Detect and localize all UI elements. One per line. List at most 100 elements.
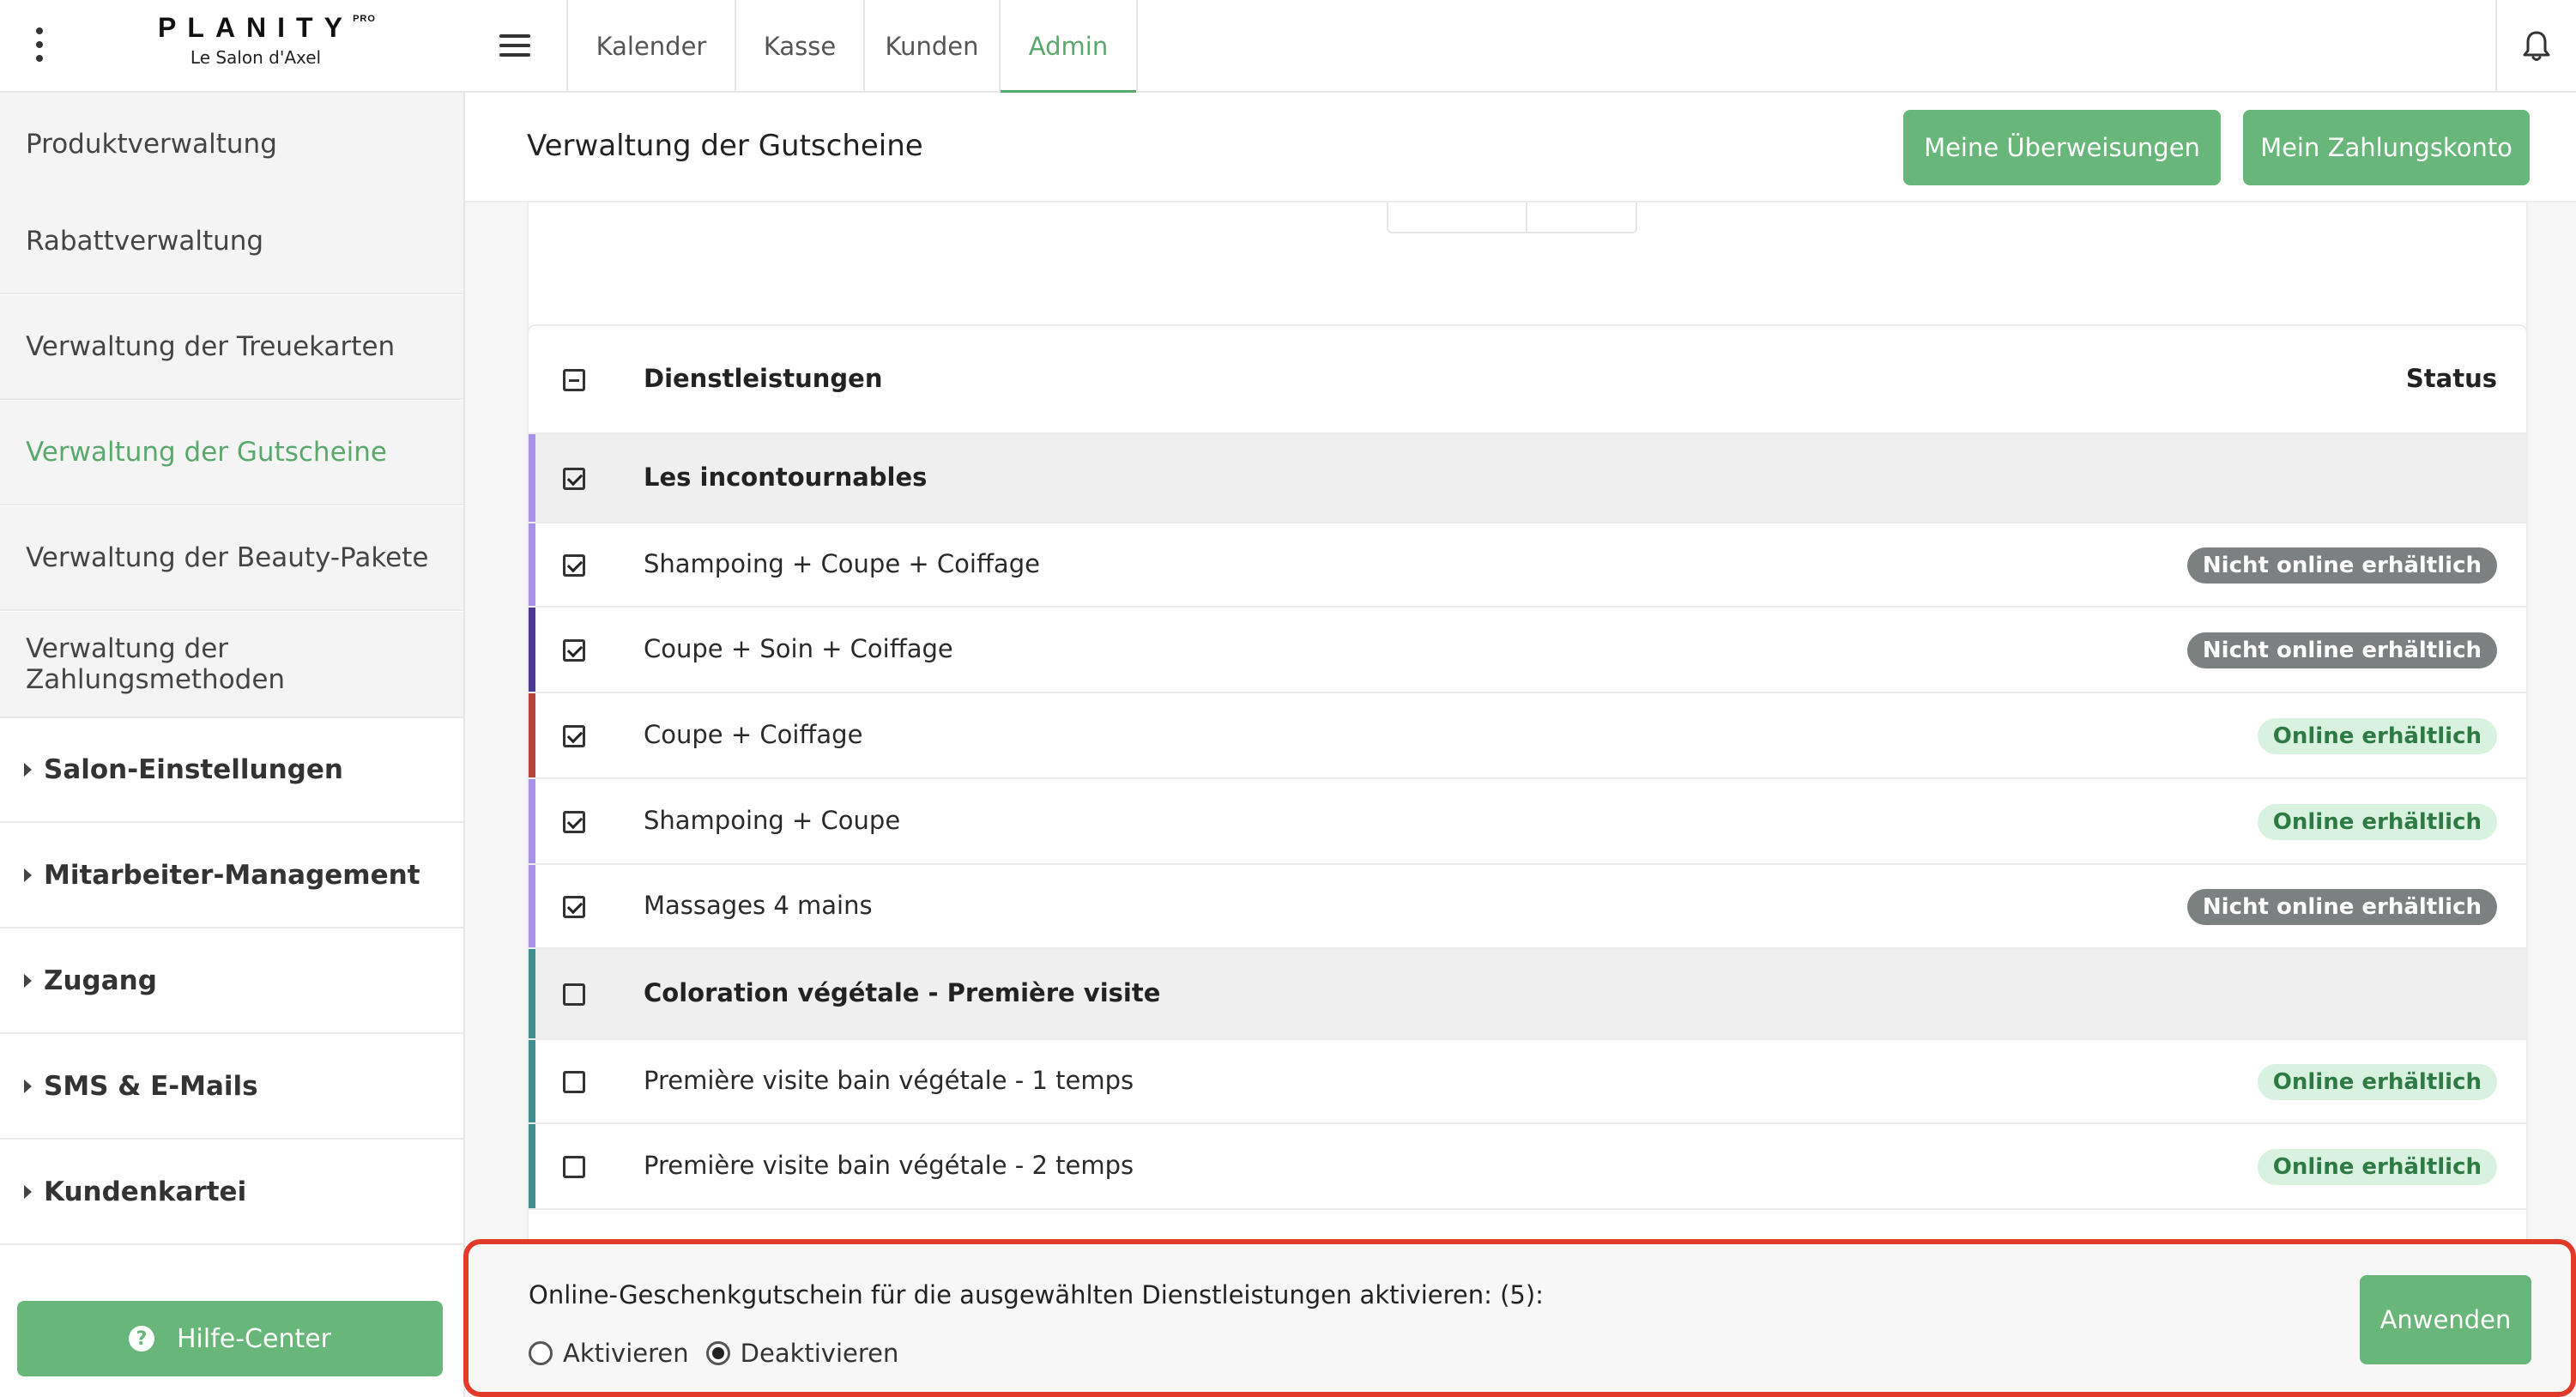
service-row[interactable]: Shampoing + Coupe + Coiffage Nicht online… xyxy=(529,523,2526,608)
button-label: Mein Zahlungskonto xyxy=(2260,133,2513,162)
sidebar-item-label: Verwaltung der Gutscheine xyxy=(26,437,387,468)
category-row[interactable]: Coloration végétale - Première visite xyxy=(529,949,2526,1040)
deactivate-radio[interactable] xyxy=(705,1341,730,1365)
service-row[interactable]: Première visite bain végétale - 1 temps O… xyxy=(529,1040,2526,1124)
services-table: Dienstleistungen Status Les incontournab… xyxy=(527,324,2528,1268)
service-row[interactable]: Massages 4 mains Nicht online erhältlich xyxy=(529,865,2526,949)
service-label: Shampoing + Coupe + Coiffage xyxy=(644,549,1040,578)
category-label: Coloration végétale - Première visite xyxy=(644,978,1161,1007)
category-color-bar xyxy=(529,949,535,1038)
category-color-bar xyxy=(529,434,535,522)
column-header-status: Status xyxy=(2405,364,2497,393)
sidebar-section-access[interactable]: Zugang xyxy=(0,929,463,1034)
sidebar-item-label: Rabattverwaltung xyxy=(26,226,264,257)
tab-label: Admin xyxy=(1028,32,1109,61)
button-label: Anwenden xyxy=(2379,1305,2512,1334)
page-title: Verwaltung der Gutscheine xyxy=(527,129,923,163)
caret-right-icon xyxy=(24,868,32,882)
service-row[interactable]: Première visite bain végétale - 2 temps O… xyxy=(529,1124,2526,1210)
status-badge: Nicht online erhältlich xyxy=(2186,547,2497,584)
service-row[interactable]: Coupe + Coiffage Online erhältlich xyxy=(529,693,2526,779)
page-header: Verwaltung der Gutscheine Meine Überweis… xyxy=(465,93,2576,203)
sidebar-section-customer-file[interactable]: Kundenkartei xyxy=(0,1140,463,1245)
bulk-action-description: Online-Geschenkgutschein für die ausgewä… xyxy=(529,1280,1544,1309)
service-label: Coupe + Coiffage xyxy=(644,720,863,749)
activate-label[interactable]: Aktivieren xyxy=(563,1339,689,1368)
question-circle-icon: ? xyxy=(128,1326,154,1352)
input-fragment xyxy=(1387,203,1637,233)
sidebar-item-beauty-packages[interactable]: Verwaltung der Beauty-Pakete xyxy=(0,506,463,611)
apply-button[interactable]: Anwenden xyxy=(2360,1275,2531,1364)
main-content: Verwaltung der Gutscheine Meine Überweis… xyxy=(465,93,2576,1397)
column-header-services: Dienstleistungen xyxy=(644,364,883,393)
row-checkbox[interactable] xyxy=(563,639,585,662)
tab-label: Kunden xyxy=(885,32,979,61)
caret-right-icon xyxy=(24,763,32,777)
table-header: Dienstleistungen Status xyxy=(529,326,2526,434)
category-color-bar xyxy=(529,523,535,606)
notifications-button[interactable] xyxy=(2495,0,2576,93)
logo-pro-badge: PRO xyxy=(353,14,376,24)
sidebar-item-label: Produktverwaltung xyxy=(26,129,277,160)
sidebar-item-label: Verwaltung der Treuekarten xyxy=(26,331,396,362)
sidebar-item-payment-methods[interactable]: Verwaltung der Zahlungsmethoden xyxy=(0,612,463,718)
category-label: Les incontournables xyxy=(644,463,928,492)
status-badge: Online erhältlich xyxy=(2257,718,2497,754)
tab-calendar[interactable]: Kalender xyxy=(566,0,735,93)
service-label: Coupe + Soin + Coiffage xyxy=(644,634,953,663)
sidebar-item-loyalty-cards[interactable]: Verwaltung der Treuekarten xyxy=(0,295,463,400)
activation-radio-group: Aktivieren Deaktivieren xyxy=(529,1339,898,1368)
service-label: Shampoing + Coupe xyxy=(644,806,901,835)
tab-admin[interactable]: Admin xyxy=(999,0,1138,94)
tab-checkout[interactable]: Kasse xyxy=(735,0,863,93)
category-color-bar xyxy=(529,608,535,692)
row-checkbox[interactable] xyxy=(563,725,585,747)
sidebar-item-label: Verwaltung der Zahlungsmethoden xyxy=(26,633,286,695)
sidebar-item-product-management[interactable]: Produktverwaltung xyxy=(0,93,463,197)
service-row[interactable]: Coupe + Soin + Coiffage Nicht online erhä… xyxy=(529,608,2526,693)
row-checkbox[interactable] xyxy=(563,811,585,833)
bell-icon xyxy=(2523,31,2550,61)
my-transfers-button[interactable]: Meine Überweisungen xyxy=(1903,110,2221,185)
service-label: Massages 4 mains xyxy=(644,891,873,920)
deactivate-label[interactable]: Deaktivieren xyxy=(741,1339,899,1368)
hamburger-menu-icon[interactable] xyxy=(499,34,530,57)
caret-right-icon xyxy=(24,974,32,988)
my-payment-account-button[interactable]: Mein Zahlungskonto xyxy=(2243,110,2530,185)
activate-radio[interactable] xyxy=(529,1341,553,1365)
kebab-menu-icon[interactable] xyxy=(33,27,46,62)
sidebar-section-staff-management[interactable]: Mitarbeiter-Management xyxy=(0,824,463,928)
category-color-bar xyxy=(529,779,535,863)
status-badge: Nicht online erhältlich xyxy=(2186,632,2497,668)
help-center-label: Hilfe-Center xyxy=(176,1323,332,1354)
sidebar-item-label: Verwaltung der Beauty-Pakete xyxy=(26,542,429,573)
caret-right-icon xyxy=(24,1080,32,1093)
salon-name: Le Salon d'Axel xyxy=(190,47,322,68)
row-checkbox[interactable] xyxy=(563,1156,585,1178)
sidebar-item-discount-management[interactable]: Rabattverwaltung xyxy=(0,190,463,294)
sidebar-section-salon-settings[interactable]: Salon-Einstellungen xyxy=(0,718,463,823)
sidebar-item-vouchers[interactable]: Verwaltung der Gutscheine xyxy=(0,401,463,505)
select-all-checkbox[interactable] xyxy=(563,369,585,391)
caret-right-icon xyxy=(24,1185,32,1199)
row-checkbox[interactable] xyxy=(563,983,585,1006)
status-badge: Online erhältlich xyxy=(2257,804,2497,840)
category-row[interactable]: Les incontournables xyxy=(529,434,2526,523)
top-navigation: Kalender Kasse Kunden Admin xyxy=(465,0,2576,94)
help-center-button[interactable]: ? Hilfe-Center xyxy=(17,1301,443,1376)
row-checkbox[interactable] xyxy=(563,1071,585,1093)
row-checkbox[interactable] xyxy=(563,554,585,577)
row-checkbox[interactable] xyxy=(563,896,585,918)
status-badge: Nicht online erhältlich xyxy=(2186,889,2497,925)
tab-customers[interactable]: Kunden xyxy=(863,0,999,93)
service-label: Première visite bain végétale - 1 temps xyxy=(644,1066,1134,1095)
brand-header: PLANITY PRO Le Salon d'Axel xyxy=(0,0,465,93)
row-checkbox[interactable] xyxy=(563,468,585,490)
category-color-bar xyxy=(529,693,535,777)
button-label: Meine Überweisungen xyxy=(1924,133,2200,162)
sidebar: PLANITY PRO Le Salon d'Axel Produktverwal… xyxy=(0,0,465,1397)
sidebar-section-sms-email[interactable]: SMS & E-Mails xyxy=(0,1035,463,1140)
service-row[interactable]: Shampoing + Coupe Online erhältlich xyxy=(529,779,2526,865)
status-badge: Online erhältlich xyxy=(2257,1064,2497,1100)
sidebar-section-label: SMS & E-Mails xyxy=(44,1071,258,1102)
